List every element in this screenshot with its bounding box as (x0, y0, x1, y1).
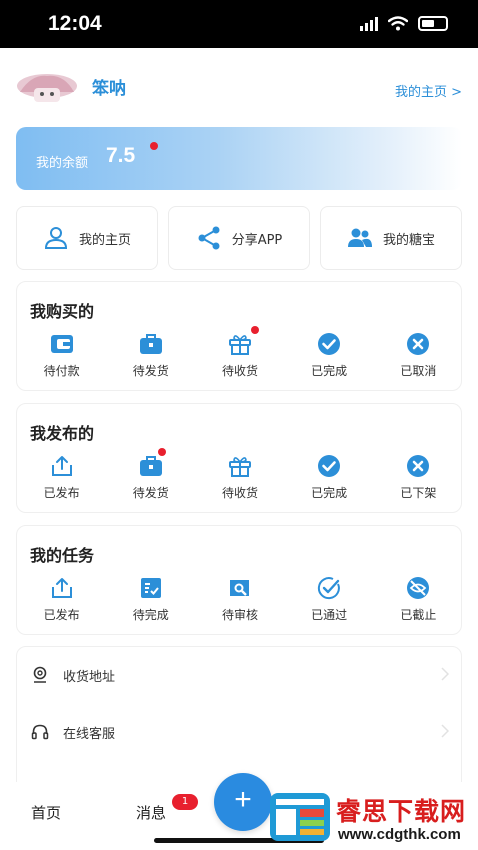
wifi-icon (388, 16, 408, 31)
quick-link-homepage[interactable]: 我的主页 (16, 206, 158, 270)
upload-icon (51, 578, 72, 598)
section-title: 我购买的 (30, 302, 95, 321)
tasks-posted[interactable]: 已发布 (17, 576, 106, 623)
gift-icon (228, 457, 251, 477)
group-icon (347, 228, 372, 247)
notification-dot (150, 142, 158, 150)
tasks-expired[interactable]: 已截止 (374, 576, 463, 623)
item-label: 待收货 (221, 364, 258, 378)
battery-icon (418, 16, 448, 31)
purchased-pending-payment[interactable]: 待付款 (17, 332, 106, 379)
check-circle-icon (318, 455, 341, 477)
quick-link-label: 我的主页 (78, 232, 131, 248)
quick-link-label: 分享APP (231, 232, 283, 248)
item-label: 待付款 (43, 364, 80, 378)
quick-links: 我的主页 分享APP 我的糖宝 (16, 206, 462, 270)
notification-dot (158, 448, 167, 456)
item-label: 待发货 (132, 486, 169, 500)
item-label: 待审核 (221, 608, 258, 622)
tasks-to-complete[interactable]: 待完成 (106, 576, 195, 623)
watermark-title: 睿思下载网 (336, 797, 467, 826)
published-pending-shipment[interactable]: 待发货 (106, 448, 195, 501)
quick-link-share-app[interactable]: 分享APP (168, 206, 310, 270)
messages-badge: 1 (172, 794, 198, 810)
section-title: 我发布的 (30, 424, 95, 443)
item-label: 已通过 (311, 608, 348, 622)
list-item-label: 在线客服 (63, 726, 116, 742)
purchased-cancelled[interactable]: 已取消 (374, 332, 463, 379)
published-pending-receipt[interactable]: 待收货 (195, 454, 284, 501)
eye-off-icon (407, 577, 430, 599)
share-icon (198, 226, 220, 250)
tasks-section: 我的任务 已发布 待完成 待审核 已通过 已截止 (16, 525, 462, 635)
notification-dot (251, 326, 260, 334)
status-icons (360, 16, 448, 31)
location-icon (33, 666, 47, 683)
chevron-right-icon (441, 667, 449, 681)
balance-label: 我的余额 (36, 156, 89, 171)
cancel-circle-icon (407, 455, 430, 477)
quick-link-label: 我的糖宝 (382, 232, 435, 248)
item-label: 已发布 (43, 608, 80, 622)
list-item-shipping-address[interactable]: 收货地址 (17, 647, 461, 703)
status-time: 12:04 (48, 12, 102, 35)
nav-tab-messages[interactable]: 消息 (136, 802, 166, 823)
upload-icon (51, 456, 72, 476)
headset-icon (31, 724, 49, 740)
chevron-right-icon (441, 724, 449, 738)
tasks-pending-review[interactable]: 待审核 (195, 576, 284, 623)
bag-icon (139, 334, 162, 354)
published-posted[interactable]: 已发布 (17, 454, 106, 501)
purchased-pending-shipment[interactable]: 待发货 (106, 332, 195, 379)
check-outline-icon (318, 577, 341, 600)
item-label: 已完成 (311, 364, 348, 378)
item-label: 已截止 (400, 608, 437, 622)
wallet-icon (50, 335, 73, 353)
quick-link-tangbao[interactable]: 我的糖宝 (320, 206, 462, 270)
balance-card[interactable]: 我的余额 7.5 (16, 127, 462, 190)
published-section: 我发布的 已发布 待发货 待收货 已完成 已下架 (16, 403, 462, 513)
bag-icon (139, 456, 162, 476)
check-circle-icon (318, 333, 341, 355)
cellular-signal-icon (360, 16, 378, 31)
published-completed[interactable]: 已完成 (285, 454, 374, 501)
list-item-label: 收货地址 (63, 669, 116, 685)
item-label: 已下架 (400, 486, 437, 500)
user-name: 笨呐 (92, 79, 126, 99)
my-homepage-link[interactable]: 我的主页 > (395, 81, 462, 100)
watermark-logo (270, 793, 330, 841)
search-doc-icon (229, 580, 249, 596)
item-label: 已发布 (43, 486, 80, 500)
item-label: 待收货 (221, 486, 258, 500)
watermark: 睿思下载网 www.cdgthk.com (262, 783, 478, 850)
purchased-section: 我购买的 待付款 待发货 待收货 已完成 已取消 (16, 281, 462, 391)
item-label: 已取消 (400, 364, 437, 378)
avatar[interactable] (12, 70, 82, 106)
nav-tab-home[interactable]: 首页 (31, 802, 61, 823)
tasks-approved[interactable]: 已通过 (285, 576, 374, 623)
gift-icon (228, 335, 251, 355)
item-label: 已完成 (311, 486, 348, 500)
person-icon (44, 227, 67, 249)
item-label: 待发货 (132, 364, 169, 378)
list-item-customer-service[interactable]: 在线客服 (17, 704, 461, 760)
purchased-completed[interactable]: 已完成 (285, 332, 374, 379)
item-label: 待完成 (132, 608, 169, 622)
cancel-circle-icon (407, 333, 430, 355)
balance-value: 7.5 (106, 144, 136, 167)
section-title: 我的任务 (30, 546, 95, 565)
purchased-pending-receipt[interactable]: 待收货 (195, 326, 284, 379)
published-delisted[interactable]: 已下架 (374, 454, 463, 501)
status-bar: 12:04 (0, 0, 478, 48)
checklist-icon (140, 578, 161, 598)
watermark-url: www.cdgthk.com (338, 826, 461, 843)
